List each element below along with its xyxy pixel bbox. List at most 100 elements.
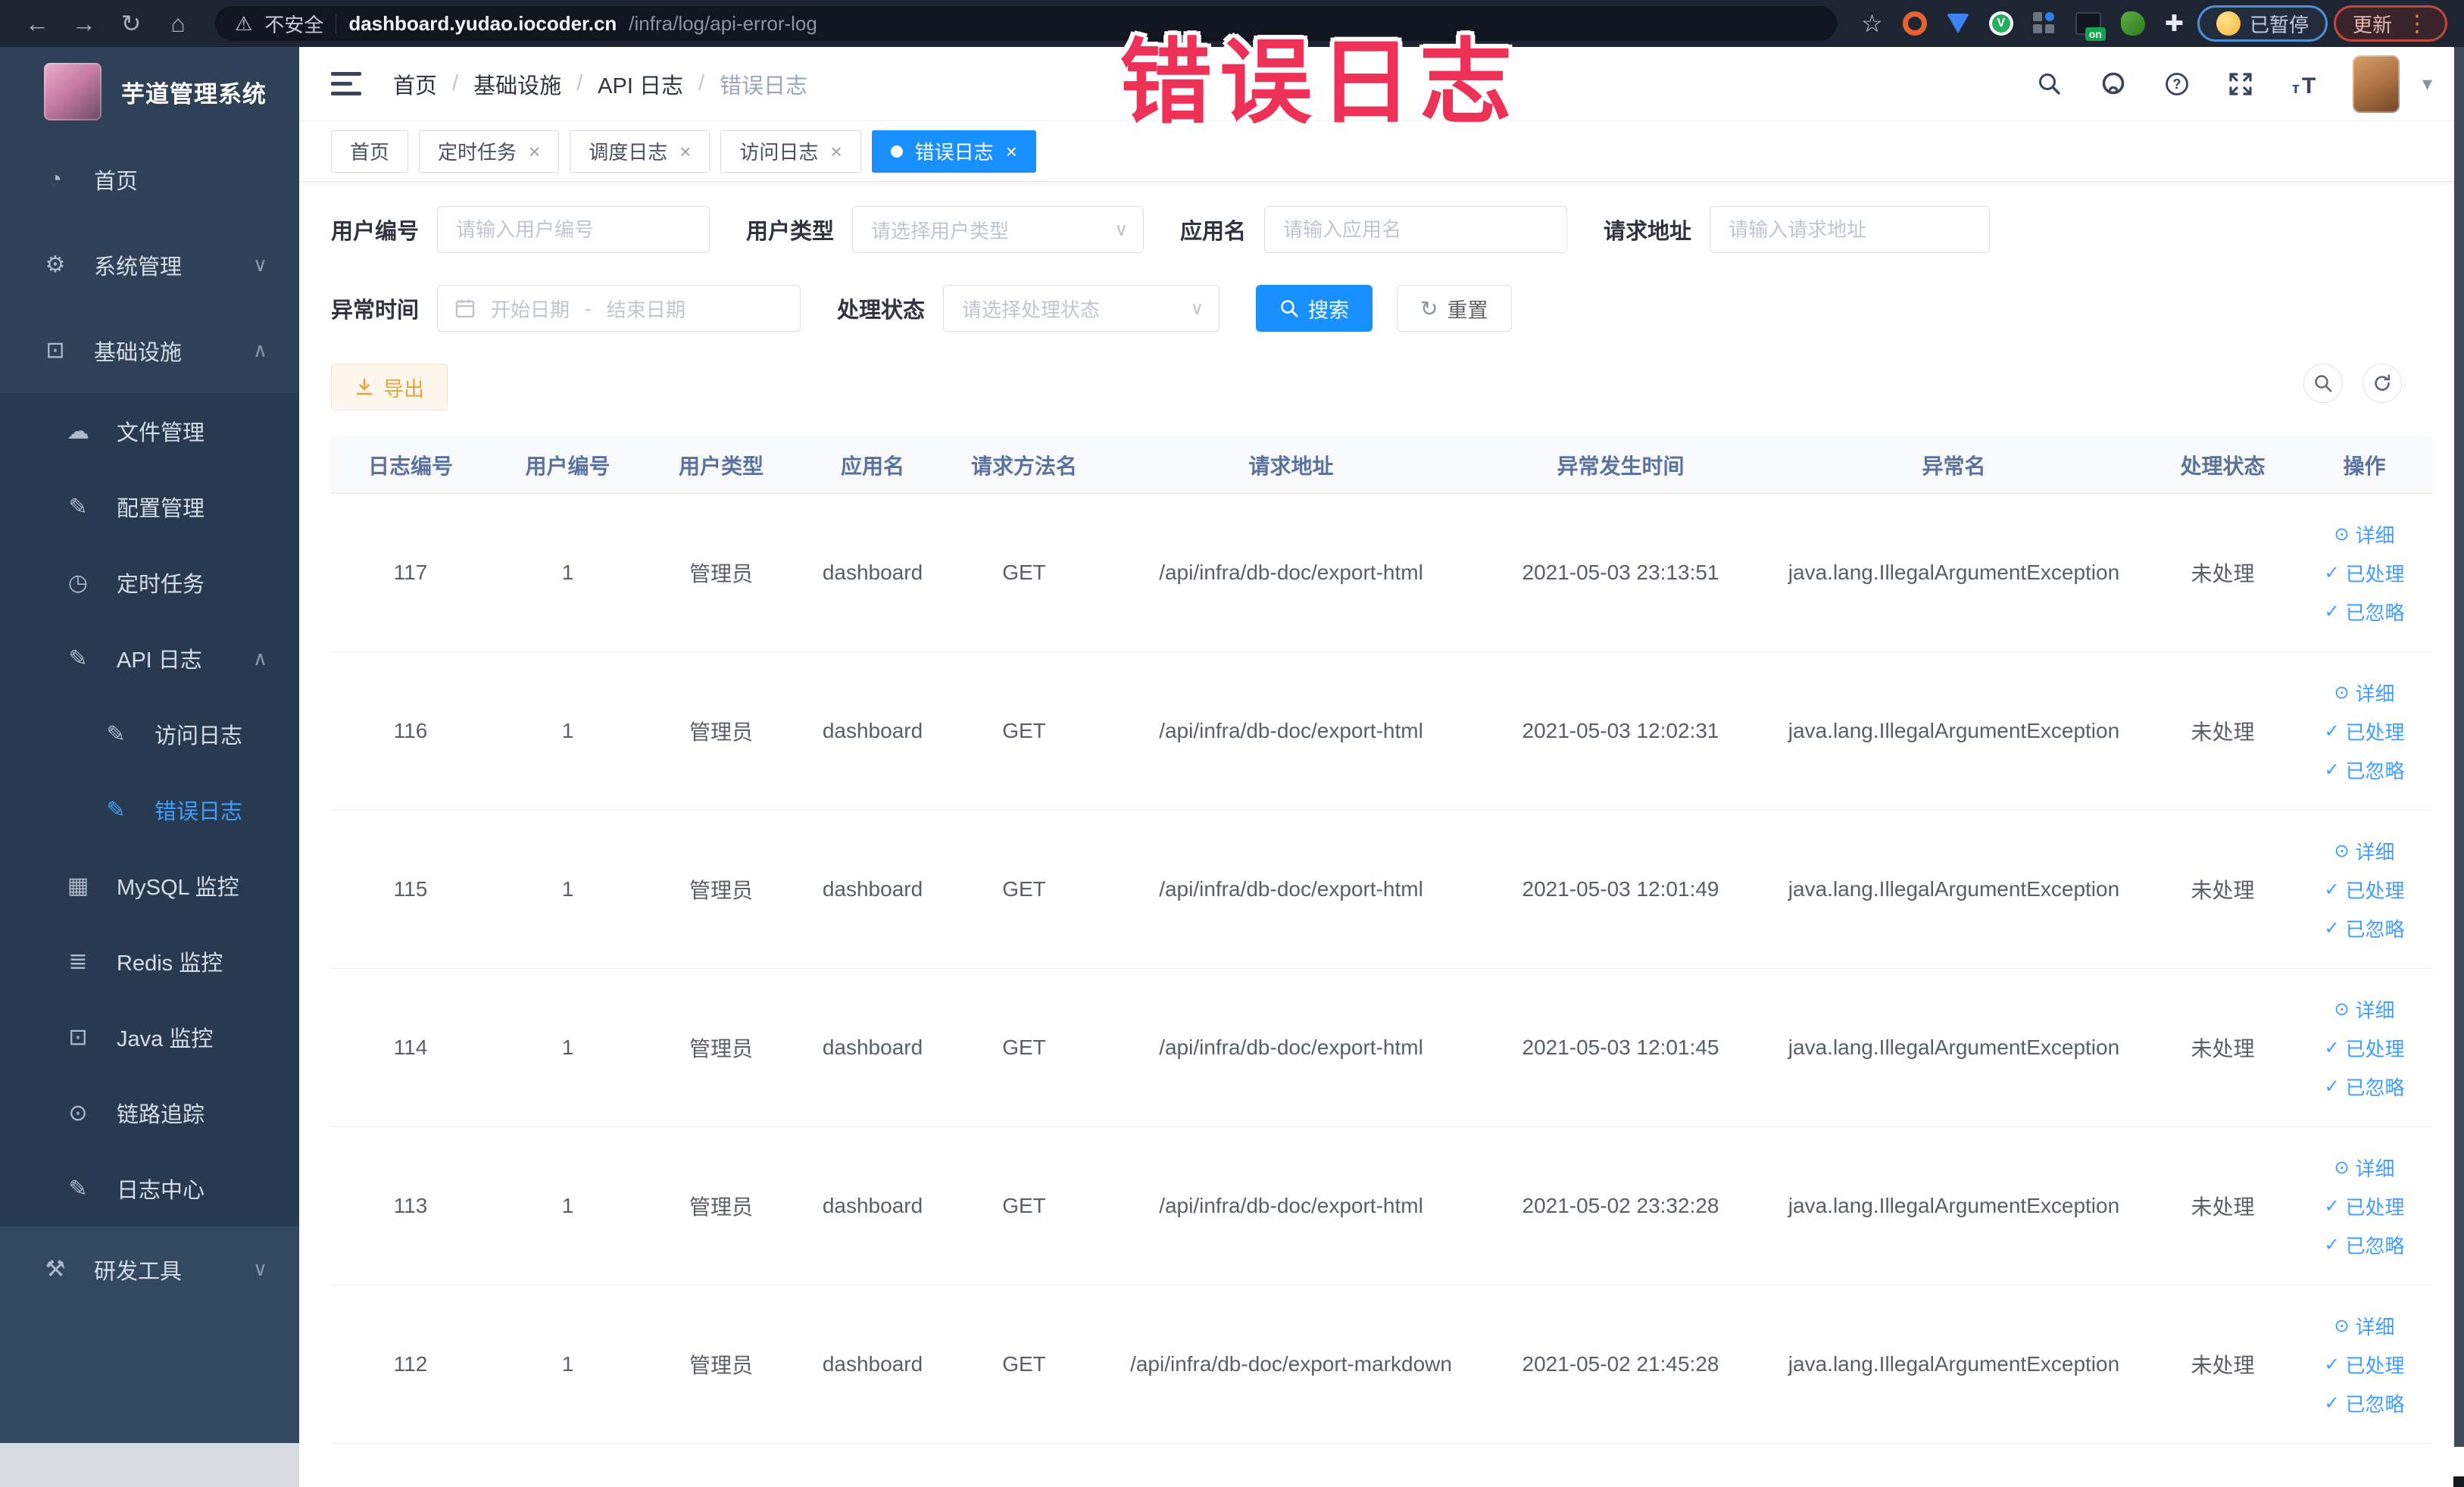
mark-ignored-action[interactable]: ✓ 已忽略	[2324, 1389, 2404, 1417]
cell-exception-time: 2021-05-03 12:02:31	[1522, 719, 1719, 742]
cell-request-url: /api/infra/db-doc/export-html	[1159, 1194, 1423, 1217]
user-type-select[interactable]: 请选择用户类型 ∨	[852, 206, 1145, 253]
sidebar-item[interactable]: ⊡ 基础设施 ∧	[0, 308, 299, 393]
breadcrumb-item[interactable]: API 日志	[598, 68, 683, 100]
avatar-caret-icon[interactable]: ▾	[2422, 72, 2432, 95]
sidebar-item[interactable]: ▦ MySQL 监控	[0, 848, 299, 923]
cell-app-name: dashboard	[822, 1194, 923, 1217]
mark-processed-action[interactable]: ✓ 已处理	[2324, 1034, 2404, 1062]
refresh-table-button[interactable]	[2363, 364, 2402, 403]
cell-log-id: 113	[393, 1194, 428, 1217]
export-button[interactable]: 导出	[331, 364, 448, 411]
mark-ignored-action[interactable]: ✓ 已忽略	[2324, 598, 2404, 626]
mark-ignored-action[interactable]: ✓ 已忽略	[2324, 1231, 2404, 1259]
request-url-input[interactable]	[1710, 206, 1991, 253]
sidebar-item[interactable]: ⚙ 系统管理 ∨	[0, 222, 299, 308]
app-name-input[interactable]	[1264, 206, 1568, 253]
tab-close-icon[interactable]: ×	[529, 142, 540, 161]
detail-action[interactable]: ⊙ 详细	[2334, 679, 2394, 707]
extension-on-icon[interactable]	[2075, 12, 2106, 41]
sidebar: 芋道管理系统 ◔ 首页 ⚙ 系统管理 ∨ ⊡ 基础设施 ∧ ☁ 文件管理 ✎ 配置管…	[0, 47, 299, 1487]
sidebar-item[interactable]: ✎ 配置管理	[0, 469, 299, 545]
sidebar-item[interactable]: ✎ 错误日志	[0, 772, 299, 848]
sidebar-item[interactable]: ✎ 日志中心	[0, 1151, 299, 1226]
window-scrollbar[interactable]	[2454, 47, 2464, 1447]
font-size-icon[interactable]: тT	[2289, 69, 2319, 99]
update-badge[interactable]: 更新 ⋮	[2333, 5, 2447, 42]
column-header: 操作	[2343, 454, 2386, 478]
back-icon[interactable]: ←	[17, 3, 58, 44]
table-row: 113 1 管理员 dashboard GET /api/infra/db-do…	[331, 1127, 2432, 1286]
toggle-search-button[interactable]	[2303, 364, 2343, 403]
help-icon[interactable]: ?	[2162, 69, 2192, 99]
breadcrumb-item[interactable]: 基础设施	[473, 68, 561, 100]
bookmark-star-icon[interactable]: ☆	[1861, 9, 1883, 38]
sidebar-item[interactable]: ◷ 定时任务	[0, 545, 299, 620]
tab-close-icon[interactable]: ×	[830, 142, 842, 161]
extension-shield-icon[interactable]	[1946, 14, 1969, 33]
mark-ignored-action[interactable]: ✓ 已忽略	[2324, 914, 2404, 942]
extension-leaf-icon[interactable]	[2120, 11, 2145, 36]
sidebar-item[interactable]: ✎ 访问日志	[0, 696, 299, 772]
detail-action[interactable]: ⊙ 详细	[2334, 837, 2394, 865]
detail-action[interactable]: ⊙ 详细	[2334, 995, 2394, 1023]
tab-调度日志[interactable]: 调度日志 ×	[570, 130, 710, 173]
paused-badge[interactable]: 已暂停	[2197, 5, 2328, 42]
tab-首页[interactable]: 首页	[331, 130, 409, 173]
cell-request-url: /api/infra/db-doc/export-html	[1159, 877, 1423, 901]
sidebar-item[interactable]: ⚒ 研发工具 ∨	[0, 1226, 299, 1312]
sidebar-item[interactable]: ☁ 文件管理	[0, 393, 299, 469]
github-icon[interactable]	[2098, 69, 2128, 99]
app-logo-row[interactable]: 芋道管理系统	[0, 47, 299, 136]
chevron-up-icon: ∧	[252, 339, 267, 361]
mark-ignored-action[interactable]: ✓ 已忽略	[2324, 756, 2404, 784]
address-bar[interactable]: ⚠ 不安全 dashboard.yudao.iocoder.cn /infra/…	[215, 6, 1838, 41]
browser-menu-icon[interactable]: ⋮	[2406, 11, 2428, 37]
sidebar-item[interactable]: ⊙ 链路追踪	[0, 1075, 299, 1151]
tab-访问日志[interactable]: 访问日志 ×	[720, 130, 861, 173]
date-range-picker[interactable]: 开始日期 - 结束日期	[437, 285, 801, 332]
sidebar-item[interactable]: ✎ API 日志 ∧	[0, 620, 299, 696]
mark-processed-action[interactable]: ✓ 已处理	[2324, 717, 2404, 745]
infra-icon: ⊡	[45, 338, 65, 363]
detail-action[interactable]: ⊙ 详细	[2334, 1312, 2394, 1340]
mark-processed-action[interactable]: ✓ 已处理	[2324, 1351, 2404, 1379]
search-button[interactable]: 搜索	[1256, 285, 1373, 332]
breadcrumb-separator: /	[698, 71, 705, 95]
page-tabs: 首页 定时任务 × 调度日志 × 访问日志 × 错误日志 ×	[299, 121, 2464, 182]
eye-icon: ⊙	[2334, 682, 2350, 703]
home-icon[interactable]: ⌂	[158, 3, 198, 44]
tab-错误日志[interactable]: 错误日志 ×	[871, 130, 1036, 173]
tab-定时任务[interactable]: 定时任务 ×	[419, 130, 560, 173]
cell-process-status: 未处理	[2191, 1195, 2255, 1219]
process-status-select[interactable]: 请选择处理状态 ∨	[943, 285, 1220, 332]
config-manage-icon: ✎	[68, 494, 88, 520]
reset-button[interactable]: ↻ 重置	[1397, 285, 1512, 332]
filter-user-type: 用户类型 请选择用户类型 ∨	[746, 206, 1145, 253]
user-id-input[interactable]	[437, 206, 710, 253]
forward-icon[interactable]: →	[64, 3, 105, 44]
tab-close-icon[interactable]: ×	[679, 142, 691, 161]
extension-v-icon[interactable]: V	[1988, 11, 2013, 36]
fullscreen-icon[interactable]	[2225, 69, 2256, 99]
tab-close-icon[interactable]: ×	[1006, 142, 1017, 161]
sidebar-item[interactable]: ≣ Redis 监控	[0, 923, 299, 999]
sidebar-item[interactable]: ◔ 首页	[0, 136, 299, 222]
user-avatar[interactable]	[2352, 55, 2400, 113]
reload-icon[interactable]: ↻	[111, 3, 151, 44]
mark-processed-action[interactable]: ✓ 已处理	[2324, 1192, 2404, 1220]
extensions-puzzle-icon[interactable]: ✚	[2165, 11, 2184, 37]
search-icon[interactable]	[2035, 69, 2065, 99]
extension-grid-icon[interactable]	[2032, 12, 2056, 35]
svg-text:?: ?	[2172, 77, 2181, 92]
mark-processed-action[interactable]: ✓ 已处理	[2324, 559, 2404, 587]
cell-log-id: 116	[393, 719, 428, 742]
mark-ignored-action[interactable]: ✓ 已忽略	[2324, 1073, 2404, 1101]
sidebar-item[interactable]: ⊡ Java 监控	[0, 999, 299, 1075]
detail-action[interactable]: ⊙ 详细	[2334, 1154, 2394, 1182]
extension-orange-icon[interactable]	[1902, 11, 1927, 36]
detail-action[interactable]: ⊙ 详细	[2334, 520, 2394, 548]
breadcrumb-item[interactable]: 首页	[393, 68, 437, 100]
mark-processed-action[interactable]: ✓ 已处理	[2324, 876, 2404, 904]
hamburger-icon[interactable]	[331, 72, 361, 95]
